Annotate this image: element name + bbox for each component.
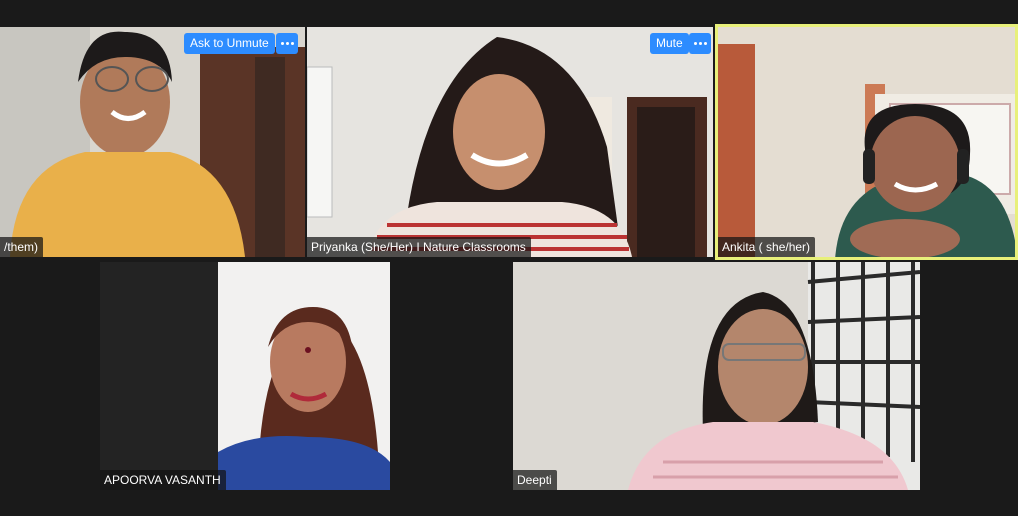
mute-button[interactable]: Mute bbox=[650, 33, 689, 54]
more-options-button[interactable] bbox=[276, 33, 298, 54]
participant-1-video bbox=[0, 27, 305, 257]
participant-name-label: Priyanka (She/Her) I Nature Classrooms bbox=[307, 237, 531, 257]
participant-5-video bbox=[513, 262, 920, 490]
participant-4-video bbox=[218, 262, 390, 490]
participant-name-label: /them) bbox=[0, 237, 44, 257]
more-options-icon bbox=[280, 42, 284, 45]
participant-name-label: APOORVA VASANTH bbox=[100, 470, 226, 490]
video-tile-participant-5[interactable]: Deepti bbox=[513, 262, 920, 490]
participant-name-label: Deepti bbox=[513, 470, 557, 490]
more-options-button[interactable] bbox=[689, 33, 711, 54]
participant-2-video bbox=[307, 27, 713, 257]
video-tile-participant-4[interactable]: APOORVA VASANTH bbox=[100, 262, 390, 490]
video-tile-participant-3[interactable]: Ankita ( she/her) bbox=[715, 24, 1018, 260]
more-options-icon bbox=[693, 42, 697, 45]
participant-3-video bbox=[715, 24, 1018, 260]
video-tile-participant-1[interactable]: Ask to Unmute /them) bbox=[0, 27, 305, 257]
ask-to-unmute-button[interactable]: Ask to Unmute bbox=[184, 33, 275, 54]
video-tile-participant-2[interactable]: Mute Priyanka (She/Her) I Nature Classro… bbox=[307, 27, 713, 257]
participant-name-label: Ankita ( she/her) bbox=[718, 237, 816, 257]
